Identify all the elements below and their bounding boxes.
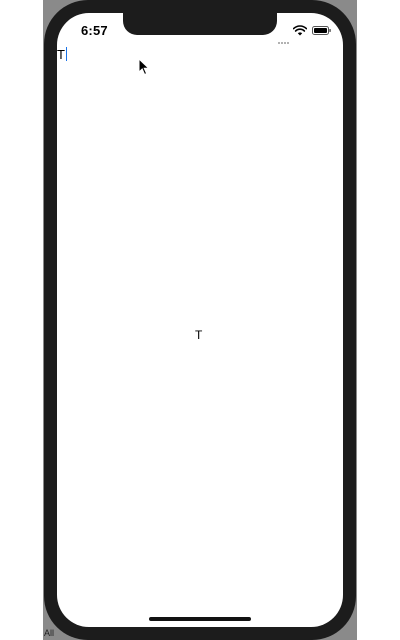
text-caret: [65, 47, 68, 61]
status-bar-time: 6:57: [81, 23, 108, 38]
text-input-value: T: [57, 47, 65, 62]
center-label: T: [195, 328, 203, 342]
battery-icon: [312, 26, 331, 35]
notch: [123, 13, 277, 35]
signal-dots-icon: [278, 31, 292, 44]
text-input-field[interactable]: T: [57, 47, 177, 63]
wifi-icon: [293, 25, 307, 36]
simulator-stage: All 6:57 T T: [0, 0, 400, 640]
mouse-pointer-icon: [138, 58, 150, 76]
device-frame: 6:57 T T: [44, 0, 356, 640]
home-indicator[interactable]: [149, 617, 251, 621]
background-partial-text: All: [44, 628, 55, 638]
device-screen: 6:57 T T: [57, 13, 343, 627]
